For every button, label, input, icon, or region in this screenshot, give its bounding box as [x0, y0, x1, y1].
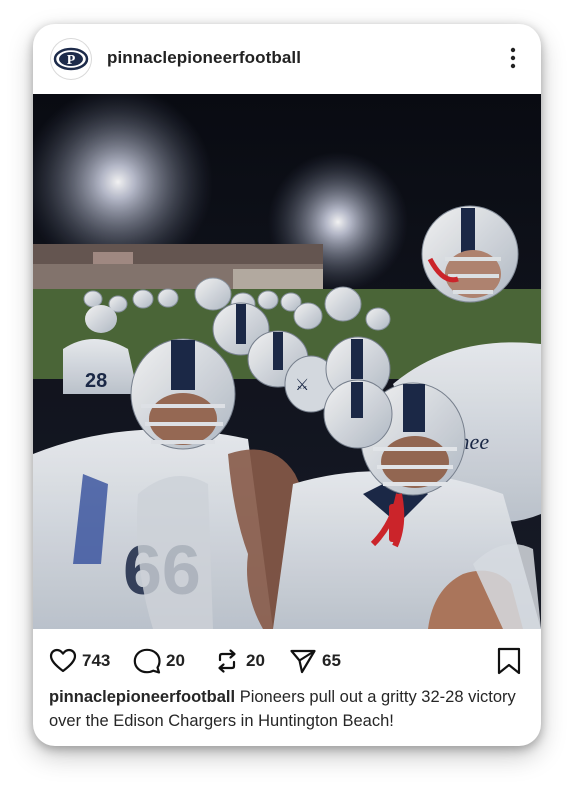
- football-team-celebration-photo: 28 ⚔ Pionee: [33, 94, 541, 629]
- post-header: P pinnaclepioneerfootball: [33, 24, 541, 94]
- post-caption: pinnaclepioneerfootball Pioneers pull ou…: [49, 685, 529, 733]
- bookmark-icon: [497, 647, 521, 675]
- post-card: P pinnaclepioneerfootball 28 ⚔ 743 20 20…: [33, 24, 541, 746]
- comment-icon: [133, 648, 161, 674]
- avatar-letter: P: [67, 53, 76, 68]
- more-vertical-icon: [510, 47, 516, 69]
- post-username[interactable]: pinnaclepioneerfootball: [107, 48, 301, 68]
- repost-button[interactable]: 20: [213, 646, 265, 676]
- caption-username[interactable]: pinnaclepioneerfootball: [49, 688, 235, 706]
- share-button[interactable]: 65: [289, 646, 341, 676]
- avatar[interactable]: P: [51, 39, 91, 79]
- heart-icon: [49, 648, 77, 673]
- comment-count: 20: [166, 651, 185, 670]
- save-button[interactable]: [495, 646, 523, 676]
- post-actions: 743 20 20 65: [33, 629, 541, 689]
- repost-count: 20: [246, 651, 265, 670]
- like-count: 743: [82, 651, 111, 670]
- more-options-button[interactable]: [505, 46, 521, 70]
- pioneers-logo-icon: P: [53, 41, 89, 77]
- comment-button[interactable]: 20: [133, 646, 185, 676]
- send-icon: [290, 649, 316, 674]
- post-photo[interactable]: 28 ⚔ Pionee: [33, 94, 541, 629]
- like-button[interactable]: 743: [49, 646, 110, 676]
- share-count: 65: [322, 651, 341, 670]
- repost-icon: [218, 649, 236, 673]
